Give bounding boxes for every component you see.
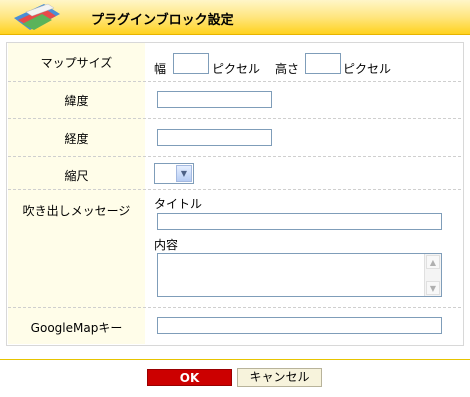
footer-divider bbox=[0, 359, 470, 360]
dialog-title: プラグインブロック設定 bbox=[91, 13, 234, 28]
balloon-title-input[interactable] bbox=[157, 213, 442, 230]
latitude-label: 緯度 bbox=[64, 94, 89, 108]
row-divider bbox=[8, 307, 461, 308]
balloon-message-label: 吹き出しメッセージ bbox=[22, 204, 131, 218]
latitude-input[interactable] bbox=[157, 91, 272, 108]
cancel-button[interactable]: キャンセル bbox=[237, 368, 322, 387]
row-divider bbox=[8, 81, 461, 82]
row-divider bbox=[8, 156, 461, 157]
balloon-content-textarea[interactable]: ▲ ▼ bbox=[157, 253, 442, 297]
scale-select[interactable]: ▼ bbox=[154, 163, 194, 184]
height-unit-label: ピクセル bbox=[343, 62, 392, 76]
map-size-label: マップサイズ bbox=[40, 56, 113, 70]
scroll-up-icon[interactable]: ▲ bbox=[426, 255, 440, 269]
ok-button[interactable]: OK bbox=[147, 369, 232, 386]
longitude-input[interactable] bbox=[157, 129, 272, 146]
scroll-down-icon[interactable]: ▼ bbox=[426, 281, 440, 295]
label-column bbox=[8, 43, 145, 344]
scale-label: 縮尺 bbox=[64, 169, 89, 183]
google-map-key-label: GoogleMapキー bbox=[30, 321, 123, 335]
longitude-label: 経度 bbox=[64, 132, 89, 146]
row-divider bbox=[8, 118, 461, 119]
balloon-content-label: 内容 bbox=[154, 238, 179, 252]
width-label: 幅 bbox=[154, 62, 167, 76]
dialog-header: プラグインブロック設定 bbox=[0, 0, 470, 35]
row-divider bbox=[8, 189, 461, 190]
book-stack-icon bbox=[14, 3, 60, 30]
textarea-scrollbar[interactable]: ▲ ▼ bbox=[424, 254, 441, 296]
google-map-key-input[interactable] bbox=[157, 317, 442, 334]
height-label: 高さ bbox=[275, 62, 300, 76]
map-height-input[interactable] bbox=[305, 53, 341, 74]
chevron-down-icon[interactable]: ▼ bbox=[176, 165, 192, 182]
balloon-title-label: タイトル bbox=[154, 197, 203, 211]
width-unit-label: ピクセル bbox=[212, 62, 261, 76]
map-width-input[interactable] bbox=[173, 53, 209, 74]
